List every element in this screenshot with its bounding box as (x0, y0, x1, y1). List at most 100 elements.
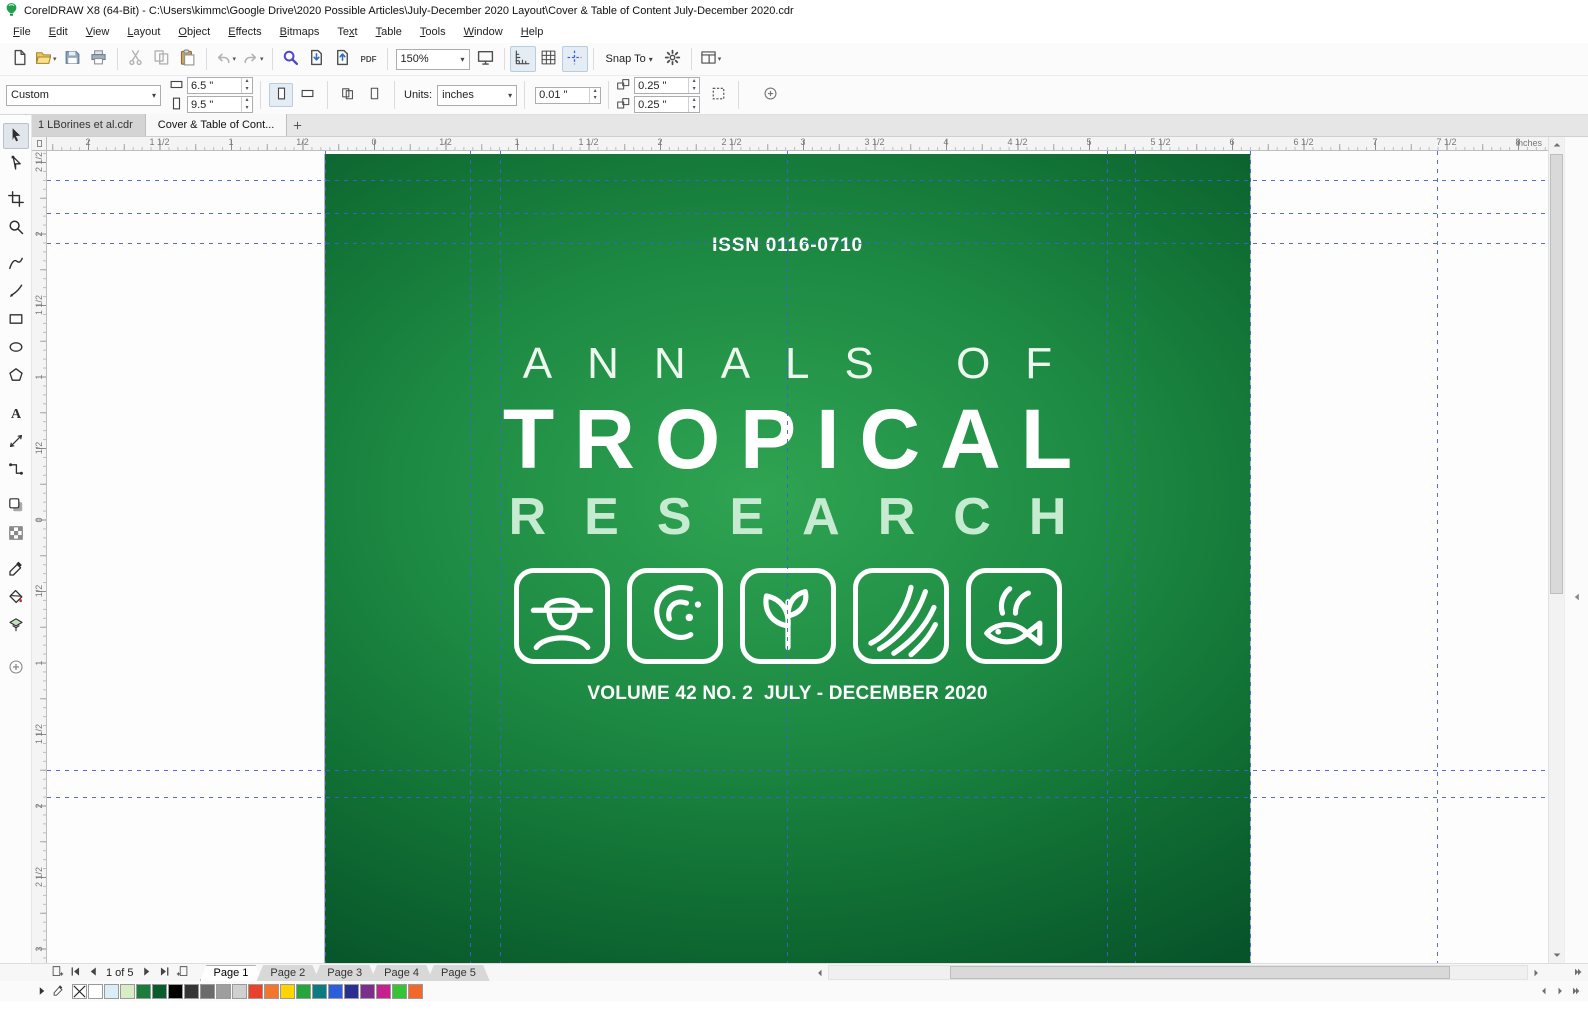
palette-scroll-right-icon[interactable] (1552, 983, 1568, 999)
next-page-button[interactable] (138, 965, 156, 981)
all-pages-size-button[interactable] (336, 83, 360, 107)
scroll-left-icon[interactable] (812, 965, 828, 981)
horizontal-ruler[interactable]: inches 21 1/211/201/211 1/222 1/233 1/24… (47, 137, 1548, 151)
landscape-button[interactable] (295, 83, 319, 107)
menu-object[interactable]: Object (169, 23, 219, 41)
drop-shadow-tool[interactable] (3, 493, 29, 519)
menu-layout[interactable]: Layout (118, 23, 169, 41)
menu-help[interactable]: Help (512, 23, 553, 41)
page-width-input[interactable] (188, 78, 241, 93)
palette-scroll-left-icon[interactable] (1536, 983, 1552, 999)
guideline-horizontal[interactable] (47, 213, 1548, 214)
color-swatch[interactable] (408, 984, 423, 999)
palette-expand-icon[interactable] (1568, 983, 1584, 999)
duplicate-x-spinner[interactable]: ▴▾ (688, 78, 699, 93)
color-swatch[interactable] (136, 984, 151, 999)
guideline-vertical[interactable] (1250, 151, 1251, 963)
horizontal-scrollbar[interactable] (812, 964, 1544, 981)
import-button[interactable] (304, 46, 330, 72)
guideline-vertical[interactable] (1107, 151, 1108, 963)
page-tab[interactable]: Page 4 (370, 965, 433, 982)
palette-flyout-icon[interactable] (34, 983, 50, 999)
page-tab[interactable]: Page 1 (200, 965, 263, 982)
guideline-horizontal[interactable] (47, 180, 1548, 181)
menu-bitmaps[interactable]: Bitmaps (271, 23, 329, 41)
guideline-vertical[interactable] (470, 151, 471, 963)
polygon-tool[interactable] (3, 363, 29, 389)
scroll-right-icon[interactable] (1528, 965, 1544, 981)
field-rows-icon[interactable] (853, 568, 949, 664)
menu-view[interactable]: View (77, 23, 119, 41)
menu-table[interactable]: Table (367, 23, 411, 41)
crop-tool[interactable] (3, 187, 29, 213)
nudge-offset-spinner[interactable]: ▴▾ (589, 88, 600, 103)
color-swatch[interactable] (152, 984, 167, 999)
color-swatch[interactable] (280, 984, 295, 999)
add-page-before-button[interactable] (48, 965, 66, 981)
page-height-spinner[interactable]: ▴▾ (241, 97, 252, 112)
menu-text[interactable]: Text (328, 23, 366, 41)
zoom-tool[interactable] (3, 215, 29, 241)
pan-right-icon[interactable] (1570, 964, 1586, 980)
zoom-level-select[interactable]: 150%▾ (396, 49, 470, 70)
drawing-canvas[interactable]: ISSN 0116-0710 ANNALS OF TROPICAL RESEAR… (47, 151, 1548, 963)
color-swatch[interactable] (232, 984, 247, 999)
new-tab-button[interactable] (287, 116, 307, 136)
menu-effects[interactable]: Effects (219, 23, 270, 41)
previous-page-button[interactable] (84, 965, 102, 981)
page-height-input[interactable] (188, 97, 241, 112)
nudge-offset-input[interactable] (536, 88, 589, 103)
docker-flyout-icon[interactable] (1569, 589, 1585, 605)
page-tab[interactable]: Page 3 (313, 965, 376, 982)
farmer-icon[interactable] (514, 568, 610, 664)
show-guidelines-toggle[interactable] (562, 46, 588, 72)
add-page-after-button[interactable] (174, 965, 192, 981)
export-button[interactable] (330, 46, 356, 72)
guideline-vertical[interactable] (325, 151, 326, 963)
ruler-origin-button[interactable] (32, 137, 47, 151)
snap-to-button[interactable]: Snap To▾ (599, 47, 660, 71)
fisheries-icon[interactable] (966, 568, 1062, 664)
rectangle-tool[interactable] (3, 307, 29, 333)
page-tab[interactable]: Page 5 (427, 965, 490, 982)
menu-edit[interactable]: Edit (40, 23, 77, 41)
freehand-tool[interactable] (3, 251, 29, 277)
transparency-tool[interactable] (3, 521, 29, 547)
color-swatch[interactable] (104, 984, 119, 999)
color-swatch[interactable] (392, 984, 407, 999)
color-swatch[interactable] (296, 984, 311, 999)
vertical-scrollbar-thumb[interactable] (1550, 154, 1563, 594)
color-swatch[interactable] (88, 984, 103, 999)
interactive-fill-tool[interactable] (3, 585, 29, 611)
color-swatch[interactable] (216, 984, 231, 999)
copy-button[interactable] (149, 46, 175, 72)
vertical-ruler[interactable]: 2 1/221 1/211/201/211 1/222 1/23 (32, 151, 47, 963)
duplicate-distance-y-input[interactable] (635, 97, 688, 112)
cut-button[interactable] (123, 46, 149, 72)
color-swatch[interactable] (120, 984, 135, 999)
open-button[interactable]: ▾ (32, 46, 60, 72)
page-tab[interactable]: Page 2 (256, 965, 319, 982)
shape-tool[interactable] (3, 151, 29, 177)
document-tab[interactable]: Cover & Table of Cont... (146, 114, 288, 136)
ellipse-tool[interactable] (3, 335, 29, 361)
application-launcher-button[interactable]: ▾ (697, 46, 725, 72)
scroll-down-icon[interactable] (1549, 947, 1565, 963)
guideline-vertical[interactable] (787, 151, 788, 963)
livestock-icon[interactable] (627, 568, 723, 664)
guideline-vertical[interactable] (1135, 151, 1136, 963)
full-screen-preview-button[interactable] (473, 46, 499, 72)
palette-eyedropper-icon[interactable] (50, 983, 66, 999)
horizontal-scrollbar-track[interactable] (828, 965, 1528, 980)
parallel-dimension-tool[interactable] (3, 429, 29, 455)
first-page-button[interactable] (66, 965, 84, 981)
color-swatch[interactable] (248, 984, 263, 999)
page-width-spinner[interactable]: ▴▾ (241, 78, 252, 93)
undo-button[interactable]: ▾ (212, 46, 240, 72)
color-swatch[interactable] (312, 984, 327, 999)
treat-as-filled-toggle[interactable] (706, 83, 730, 107)
connector-tool[interactable] (3, 457, 29, 483)
print-button[interactable] (86, 46, 112, 72)
paste-button[interactable] (175, 46, 201, 72)
color-swatch[interactable] (264, 984, 279, 999)
